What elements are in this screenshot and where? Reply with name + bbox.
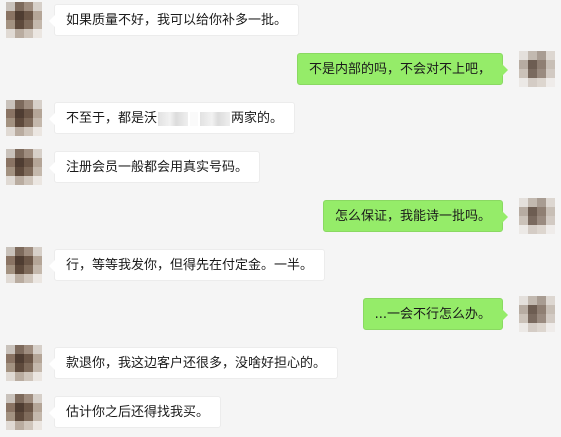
contact-avatar[interactable] [6, 149, 42, 185]
user-avatar[interactable] [519, 51, 555, 87]
contact-avatar[interactable] [6, 100, 42, 136]
contact-avatar[interactable] [6, 394, 42, 430]
redacted-gap [190, 111, 199, 126]
outgoing-message-bubble[interactable]: 不是内部的吗，不会对不上吧， [296, 53, 509, 85]
contact-avatar[interactable] [6, 345, 42, 381]
message-text: 估计你之后还得找我买。 [66, 405, 210, 420]
message-text: 注册会员一般都会用真实号码。 [66, 160, 249, 175]
redacted-block [200, 111, 231, 126]
message-row: 行，等等我发你，但得先在付定金。一半。 [0, 245, 561, 289]
message-row: 怎么保证，我能诗一批吗。 [0, 196, 561, 240]
incoming-message-bubble[interactable]: 如果质量不好，我可以给你补多一批。 [48, 4, 300, 36]
message-row: 如果质量不好，我可以给你补多一批。 [0, 0, 561, 44]
redacted-block [158, 111, 189, 126]
incoming-message-bubble[interactable]: 不至于，都是沃 两家的。 [48, 102, 296, 134]
message-row: 不是内部的吗，不会对不上吧， [0, 49, 561, 93]
message-text-before: 不至于，都是沃 [66, 111, 158, 126]
message-text: 如果质量不好，我可以给你补多一批。 [66, 13, 288, 28]
message-text: 款退你，我这边客户还很多，没啥好担心的。 [66, 356, 327, 371]
message-text: 不是内部的吗，不会对不上吧， [308, 62, 491, 77]
message-row: ...一会不行怎么办。 [0, 294, 561, 338]
user-avatar[interactable] [519, 198, 555, 234]
incoming-message-bubble[interactable]: 款退你，我这边客户还很多，没啥好担心的。 [48, 347, 339, 379]
message-text: 怎么保证，我能诗一批吗。 [334, 209, 491, 224]
incoming-message-bubble[interactable]: 估计你之后还得找我买。 [48, 396, 222, 428]
message-row: 注册会员一般都会用真实号码。 [0, 147, 561, 191]
incoming-message-bubble[interactable]: 行，等等我发你，但得先在付定金。一半。 [48, 249, 326, 281]
outgoing-message-bubble[interactable]: 怎么保证，我能诗一批吗。 [322, 200, 509, 232]
message-row: 不至于，都是沃 两家的。 [0, 98, 561, 142]
message-row: 款退你，我这边客户还很多，没啥好担心的。 [0, 343, 561, 387]
outgoing-message-bubble[interactable]: ...一会不行怎么办。 [362, 298, 509, 330]
message-row: 估计你之后还得找我买。 [0, 392, 561, 436]
chat-window: 如果质量不好，我可以给你补多一批。 不是内部的吗，不会对不上吧， 不至于，都是沃… [0, 0, 561, 437]
message-text: 行，等等我发你，但得先在付定金。一半。 [66, 258, 314, 273]
message-text-after: 两家的。 [231, 111, 284, 126]
message-text: ...一会不行怎么办。 [374, 307, 491, 322]
user-avatar[interactable] [519, 296, 555, 332]
contact-avatar[interactable] [6, 2, 42, 38]
contact-avatar[interactable] [6, 247, 42, 283]
incoming-message-bubble[interactable]: 注册会员一般都会用真实号码。 [48, 151, 261, 183]
